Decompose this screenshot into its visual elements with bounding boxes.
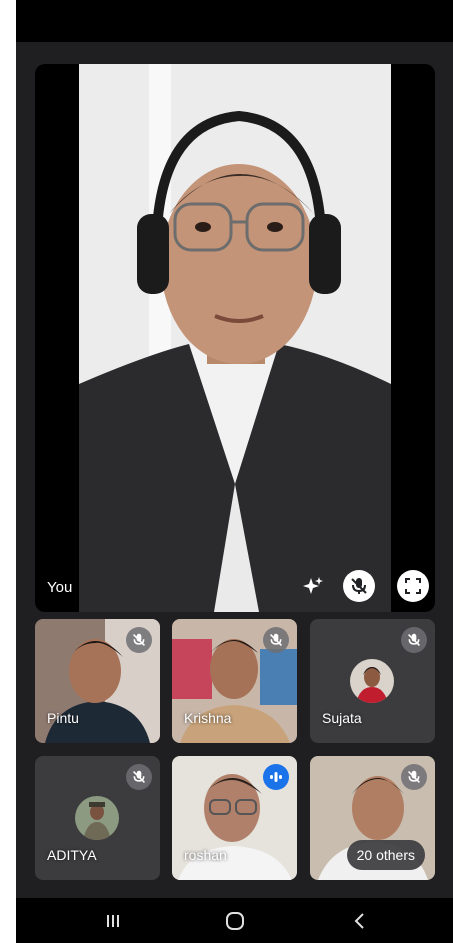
status-bar xyxy=(16,0,453,42)
participant-name: roshan xyxy=(184,847,227,863)
home-icon xyxy=(226,912,244,930)
muted-indicator xyxy=(126,764,152,790)
recents-icon xyxy=(107,915,119,927)
sparkle-icon xyxy=(303,577,323,594)
participant-name: Sujata xyxy=(322,710,362,726)
muted-indicator xyxy=(263,627,289,653)
speaking-indicator xyxy=(263,764,289,790)
back-icon xyxy=(354,913,364,929)
avatar-image xyxy=(75,796,119,840)
nav-back-button[interactable] xyxy=(347,910,371,932)
avatar-image xyxy=(350,659,394,703)
participant-tile-krishna[interactable]: Krishna xyxy=(172,619,297,743)
participant-name: Pintu xyxy=(47,710,79,726)
audio-wave-icon xyxy=(270,772,282,782)
mic-off-icon xyxy=(408,633,420,646)
participant-name: Krishna xyxy=(184,710,232,726)
self-view-tile[interactable]: You xyxy=(35,64,435,612)
self-video xyxy=(79,64,391,612)
toggle-mic-button[interactable] xyxy=(343,570,375,602)
mic-off-icon xyxy=(351,578,367,594)
avatar xyxy=(350,659,394,703)
muted-indicator xyxy=(401,627,427,653)
participant-name: ADITYA xyxy=(47,847,97,863)
mic-off-icon xyxy=(133,633,145,646)
avatar xyxy=(75,796,119,840)
mic-off-icon xyxy=(408,770,420,783)
muted-indicator xyxy=(126,627,152,653)
nav-home-button[interactable] xyxy=(223,910,247,932)
mic-off-icon xyxy=(133,770,145,783)
navigation-bar xyxy=(16,898,453,943)
muted-indicator xyxy=(401,764,427,790)
participant-tile-aditya[interactable]: ADITYA xyxy=(35,756,160,880)
self-name-label: You xyxy=(47,579,73,596)
fullscreen-icon xyxy=(405,578,421,594)
participant-tile-roshan[interactable]: roshan xyxy=(172,756,297,880)
fullscreen-button[interactable] xyxy=(397,570,429,602)
participant-tile-pintu[interactable]: Pintu xyxy=(35,619,160,743)
participant-tile-sujata[interactable]: Sujata xyxy=(310,619,435,743)
participant-tile-others[interactable]: 20 others xyxy=(310,756,435,880)
mic-off-icon xyxy=(270,633,282,646)
nav-recents-button[interactable] xyxy=(101,910,125,932)
self-video-image xyxy=(79,64,391,612)
phone-screen: You Pintu Krishna Sujata ADITYA roshan 2… xyxy=(16,0,453,943)
others-count-pill[interactable]: 20 others xyxy=(346,840,425,870)
effects-button[interactable] xyxy=(297,570,329,602)
